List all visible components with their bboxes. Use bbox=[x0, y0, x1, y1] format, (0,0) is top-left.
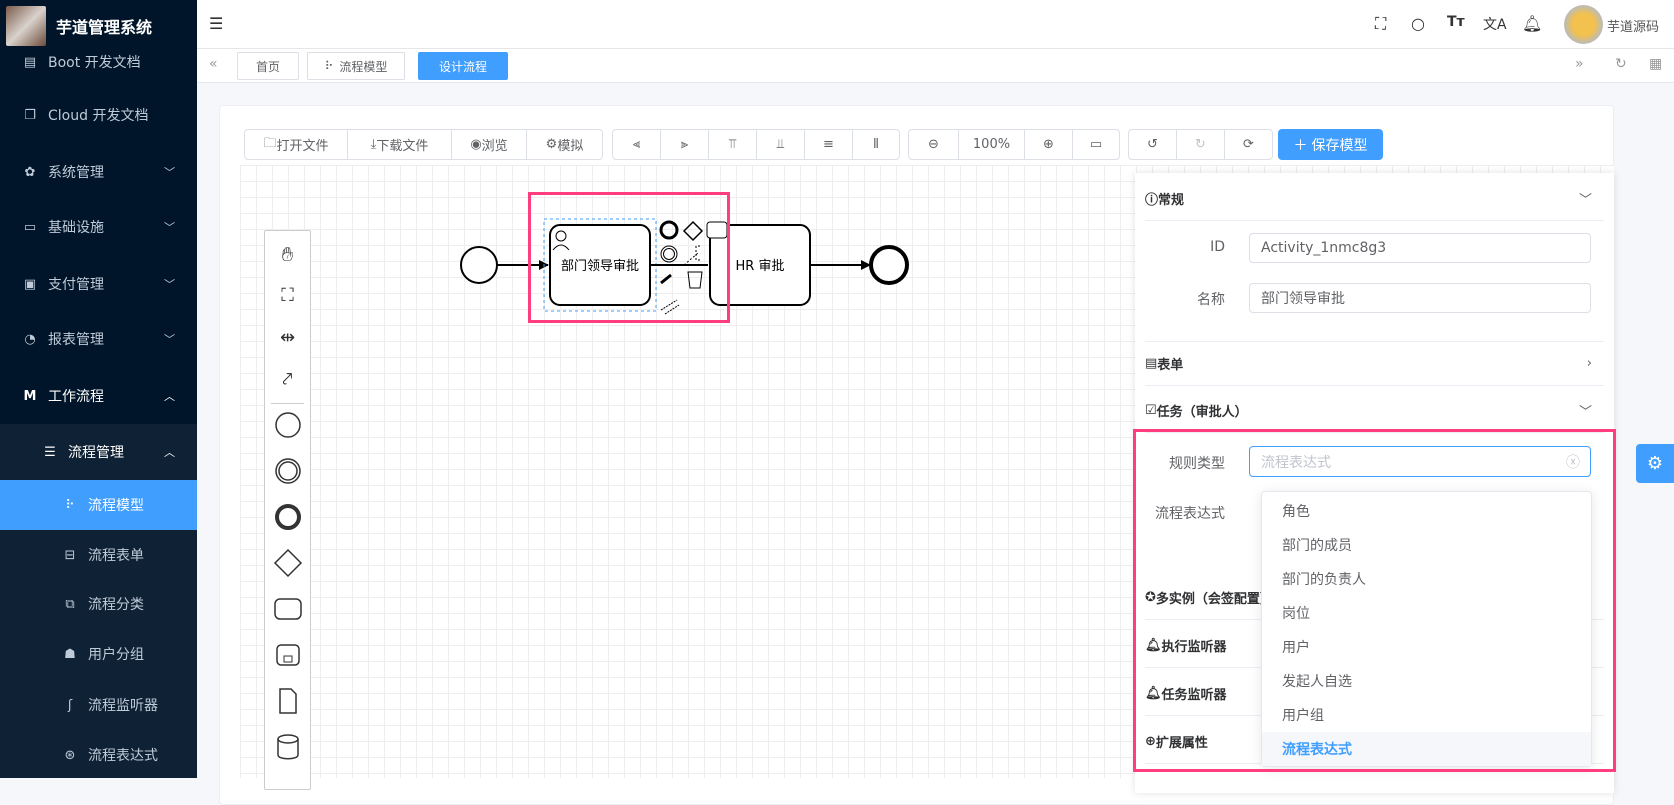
section-form[interactable]: ▤ 表单 › bbox=[1145, 342, 1604, 386]
user-task-tool-icon[interactable] bbox=[265, 591, 310, 627]
hand-tool-icon[interactable]: ✋︎ bbox=[265, 236, 310, 272]
id-field[interactable]: Activity_1nmc8g3 bbox=[1249, 233, 1591, 263]
name-label: 名称 bbox=[1197, 292, 1225, 308]
id-value: Activity_1nmc8g3 bbox=[1261, 240, 1387, 256]
info-icon: ⓘ bbox=[1145, 193, 1159, 208]
end-event[interactable] bbox=[869, 245, 909, 285]
data-object-tool-icon[interactable] bbox=[265, 683, 310, 719]
start-event[interactable] bbox=[460, 246, 498, 284]
task-2-label: HR 审批 bbox=[736, 259, 785, 274]
name-value: 部门领导审批 bbox=[1261, 291, 1345, 307]
highlight-box-task bbox=[528, 192, 730, 323]
connect-tool-icon[interactable]: ⤤ bbox=[265, 361, 310, 397]
end-event-tool-icon[interactable] bbox=[265, 499, 310, 535]
intermediate-event-tool-icon[interactable] bbox=[265, 453, 310, 489]
section-title: 任务（审批人） bbox=[1156, 405, 1248, 420]
clipboard-check-icon: ☑ bbox=[1145, 403, 1157, 418]
tool-palette: ✋︎ ⛶ ⇹ ⤤ bbox=[264, 230, 311, 790]
chevron-down-icon: ﹀ bbox=[1578, 193, 1592, 208]
gateway-tool-icon[interactable] bbox=[265, 545, 310, 581]
name-field[interactable]: 部门领导审批 bbox=[1249, 283, 1591, 313]
highlight-box-task-panel bbox=[1133, 429, 1616, 772]
clipboard-icon: ▤ bbox=[1145, 356, 1158, 371]
settings-gear-button[interactable]: ⚙︎ bbox=[1636, 444, 1674, 483]
section-task[interactable]: ☑ 任务（审批人） ﹀ bbox=[1145, 389, 1604, 433]
id-label: ID bbox=[1210, 239, 1225, 255]
section-general[interactable]: ⓘ 常规 ﹀ bbox=[1145, 177, 1604, 221]
divider bbox=[271, 403, 304, 404]
chevron-right-icon: › bbox=[1586, 356, 1592, 371]
start-event-tool-icon[interactable] bbox=[265, 407, 310, 443]
data-store-tool-icon[interactable] bbox=[265, 729, 310, 765]
section-title: 表单 bbox=[1157, 358, 1184, 373]
lasso-tool-icon[interactable]: ⛶ bbox=[265, 277, 310, 313]
space-tool-icon[interactable]: ⇹ bbox=[265, 319, 310, 355]
section-title: 常规 bbox=[1158, 193, 1185, 208]
subprocess-tool-icon[interactable] bbox=[265, 637, 310, 673]
gear-icon: ⚙︎ bbox=[1646, 453, 1664, 474]
chevron-down-icon: ﹀ bbox=[1578, 405, 1592, 420]
